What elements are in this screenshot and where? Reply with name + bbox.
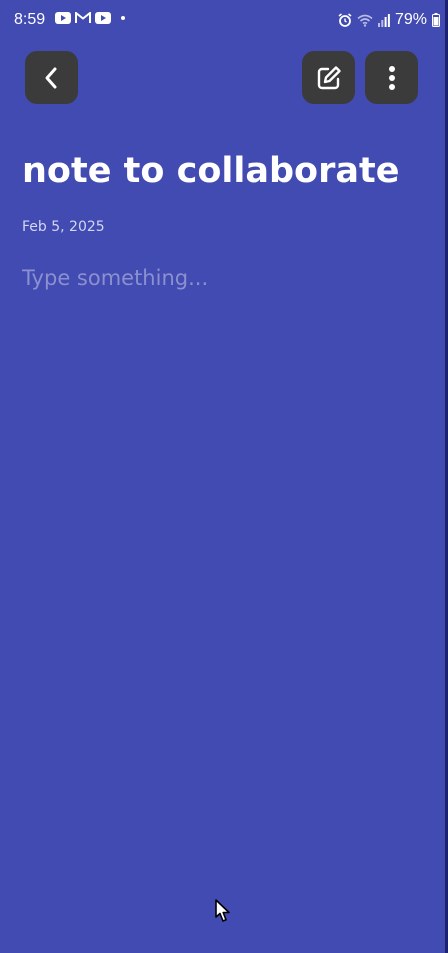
edit-button[interactable] <box>302 51 355 104</box>
status-bar: 8:59 79% <box>0 0 448 40</box>
battery-percentage: 79% <box>394 11 427 28</box>
more-vertical-icon <box>388 65 395 90</box>
pointer-cursor-icon <box>215 899 230 922</box>
youtube-icon <box>55 12 71 24</box>
wifi-icon <box>357 14 373 27</box>
edit-icon <box>317 65 341 89</box>
status-right-icons: 79% <box>338 11 440 29</box>
status-time: 8:59 <box>14 11 46 28</box>
note-body-input[interactable] <box>22 262 422 294</box>
notification-dot <box>121 16 125 20</box>
back-button[interactable] <box>25 51 78 104</box>
battery-icon <box>432 13 440 27</box>
youtube-icon <box>95 12 111 24</box>
note-title[interactable]: note to collaborate <box>22 150 399 192</box>
note-date: Feb 5, 2025 <box>22 219 105 235</box>
status-left-icons <box>55 12 125 24</box>
gmail-icon <box>75 12 91 23</box>
chevron-left-icon <box>45 67 56 88</box>
signal-icon <box>377 13 390 27</box>
alarm-icon <box>338 13 352 27</box>
more-options-button[interactable] <box>365 51 418 104</box>
